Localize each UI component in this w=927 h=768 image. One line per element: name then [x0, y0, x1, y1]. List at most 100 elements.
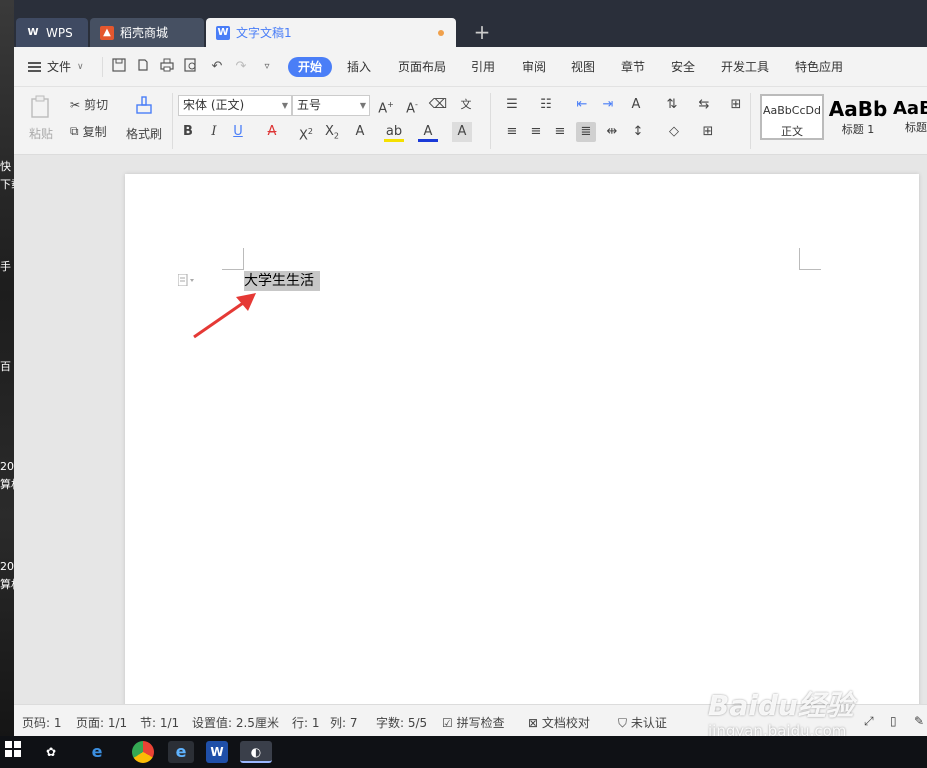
line-spacing-icon[interactable]: ↕: [628, 122, 648, 142]
grow-font-icon[interactable]: A+: [376, 95, 396, 116]
tab-insert[interactable]: 插入: [347, 57, 371, 77]
copy-label: 复制: [82, 125, 107, 139]
screenshot-tool-icon[interactable]: ◐: [240, 741, 272, 763]
windows-start-icon[interactable]: [2, 741, 24, 763]
tab-bar: W WPS ▲ 稻壳商城 W 文字文稿1 +: [14, 0, 927, 47]
spell-check-button[interactable]: ☑ 拼写检查: [442, 714, 505, 731]
style-heading[interactable]: AaBl 标题: [892, 94, 927, 140]
italic-button[interactable]: I: [204, 122, 224, 142]
font-color-icon[interactable]: A: [418, 122, 438, 142]
bullet-list-icon[interactable]: ☰: [502, 95, 522, 115]
edit-mode-icon[interactable]: ✎: [914, 714, 924, 728]
char-shading-icon[interactable]: A: [452, 122, 472, 142]
numbered-list-icon[interactable]: ☷: [536, 95, 556, 115]
style-preview: AaBbCcDd: [763, 104, 821, 117]
status-column: 列: 7: [330, 716, 358, 730]
align-left-icon[interactable]: ≡: [502, 122, 522, 142]
chevron-down-icon: ▼: [281, 101, 288, 110]
paste-button[interactable]: 粘贴: [26, 95, 56, 142]
status-pages[interactable]: 页面: 1/1: [76, 714, 127, 731]
strikethrough-icon[interactable]: A: [262, 122, 282, 142]
show-marks-icon[interactable]: ⇆: [694, 95, 714, 115]
borders-icon[interactable]: ⊞: [698, 122, 718, 142]
annotation-arrow-icon: [193, 293, 256, 339]
document-page[interactable]: 大学生生活: [125, 174, 919, 714]
tab-developer-tools[interactable]: 开发工具: [721, 57, 769, 77]
task-view-icon[interactable]: ✿: [40, 741, 62, 763]
table-insert-icon[interactable]: ⊞: [726, 95, 746, 115]
read-mode-icon[interactable]: ▯: [890, 714, 897, 728]
tab-review[interactable]: 审阅: [522, 57, 546, 77]
file-menu-button[interactable]: 文件 ∨: [28, 58, 84, 75]
scissors-icon: ✂: [70, 97, 81, 112]
tab-document[interactable]: W 文字文稿1: [206, 18, 456, 47]
shrink-font-icon[interactable]: A-: [402, 95, 422, 116]
status-section[interactable]: 节: 1/1: [140, 714, 179, 731]
print-icon[interactable]: [158, 58, 176, 76]
phonetic-guide-icon[interactable]: 文: [456, 95, 476, 115]
text-effects-icon[interactable]: A: [350, 122, 370, 142]
output-pdf-icon[interactable]: [134, 58, 152, 76]
align-center-icon[interactable]: ≡: [526, 122, 546, 142]
tab-daoke-store[interactable]: ▲ 稻壳商城: [90, 18, 204, 47]
undo-icon[interactable]: ↶: [208, 58, 226, 76]
ie-browser-icon[interactable]: e: [86, 741, 108, 763]
redo-icon[interactable]: ↷: [232, 58, 250, 76]
shading-icon[interactable]: ◇: [664, 122, 684, 142]
distributed-icon[interactable]: ⇹: [602, 122, 622, 142]
print-preview-icon[interactable]: [182, 58, 200, 76]
increase-indent-icon[interactable]: ⇥: [598, 95, 618, 115]
justify-icon[interactable]: ≣: [576, 122, 596, 142]
decrease-indent-icon[interactable]: ⇤: [572, 95, 592, 115]
cut-button[interactable]: ✂ 剪切: [70, 96, 108, 113]
desktop-label: 快: [0, 160, 11, 173]
cut-label: 剪切: [84, 98, 109, 112]
style-normal[interactable]: AaBbCcDd 正文: [760, 94, 824, 140]
tab-wps[interactable]: W WPS: [16, 18, 88, 47]
status-row: 行: 1: [292, 716, 320, 730]
chrome-icon[interactable]: [132, 741, 154, 763]
tab-start[interactable]: 开始: [288, 57, 333, 77]
paragraph-handle-icon[interactable]: [177, 273, 194, 287]
fullscreen-icon[interactable]: ⤢: [864, 714, 874, 729]
menu-bar: 文件 ∨ ↶ ↷ ▿ 开始 插入 页面布局 引用 审阅 视图 章节 安全 开发工…: [14, 47, 927, 87]
superscript-icon[interactable]: X2: [296, 122, 316, 143]
customize-toolbar-icon[interactable]: ▿: [258, 58, 276, 76]
change-case-icon[interactable]: A: [626, 95, 646, 115]
bold-button[interactable]: B: [178, 122, 198, 142]
new-tab-button[interactable]: +: [470, 20, 494, 44]
doc-proof-button[interactable]: ⊠ 文档校对: [528, 714, 590, 731]
tab-chapter[interactable]: 章节: [621, 57, 645, 77]
tab-references[interactable]: 引用: [471, 57, 495, 77]
brush-icon: [136, 96, 152, 114]
style-heading-1[interactable]: AaBb 标题 1: [826, 94, 890, 140]
divider: [490, 93, 491, 149]
flame-icon: ▲: [100, 25, 114, 40]
wps-window: W WPS ▲ 稻壳商城 W 文字文稿1 + 文件 ∨ ↶ ↷ ▿ 开始 插入 …: [14, 0, 927, 736]
copy-button[interactable]: ⧉ 复制: [70, 123, 107, 140]
highlight-icon[interactable]: ab: [384, 122, 404, 142]
tab-special-apps[interactable]: 特色应用: [795, 57, 843, 77]
sort-icon[interactable]: ⇅: [662, 95, 682, 115]
taskbar: ✿ e e W ◐: [0, 736, 927, 768]
tab-security[interactable]: 安全: [671, 57, 695, 77]
subscript-icon[interactable]: X2: [322, 122, 342, 142]
tab-view[interactable]: 视图: [571, 57, 595, 77]
clear-format-icon[interactable]: ⌫: [428, 95, 448, 115]
style-preview: AaBb: [828, 97, 888, 121]
font-name-select[interactable]: 宋体 (正文) ▼: [178, 95, 292, 116]
status-setting-value[interactable]: 设置值: 2.5厘米: [192, 714, 279, 731]
format-painter-button[interactable]: 格式刷: [124, 95, 164, 142]
font-size-select[interactable]: 五号 ▼: [292, 95, 370, 116]
certify-button[interactable]: ⛉ 未认证: [618, 714, 667, 731]
wps-taskbar-icon[interactable]: W: [206, 741, 228, 763]
status-page-code[interactable]: 页码: 1: [22, 714, 62, 731]
tab-page-layout[interactable]: 页面布局: [398, 57, 446, 77]
ie-pinned-icon[interactable]: e: [168, 741, 194, 763]
font-name-value: 宋体 (正文): [183, 98, 245, 112]
align-right-icon[interactable]: ≡: [550, 122, 570, 142]
status-word-count[interactable]: 字数: 5/5: [376, 714, 427, 731]
underline-button[interactable]: U: [228, 122, 248, 142]
selected-text[interactable]: 大学生生活: [244, 271, 320, 291]
save-icon[interactable]: [110, 58, 128, 76]
